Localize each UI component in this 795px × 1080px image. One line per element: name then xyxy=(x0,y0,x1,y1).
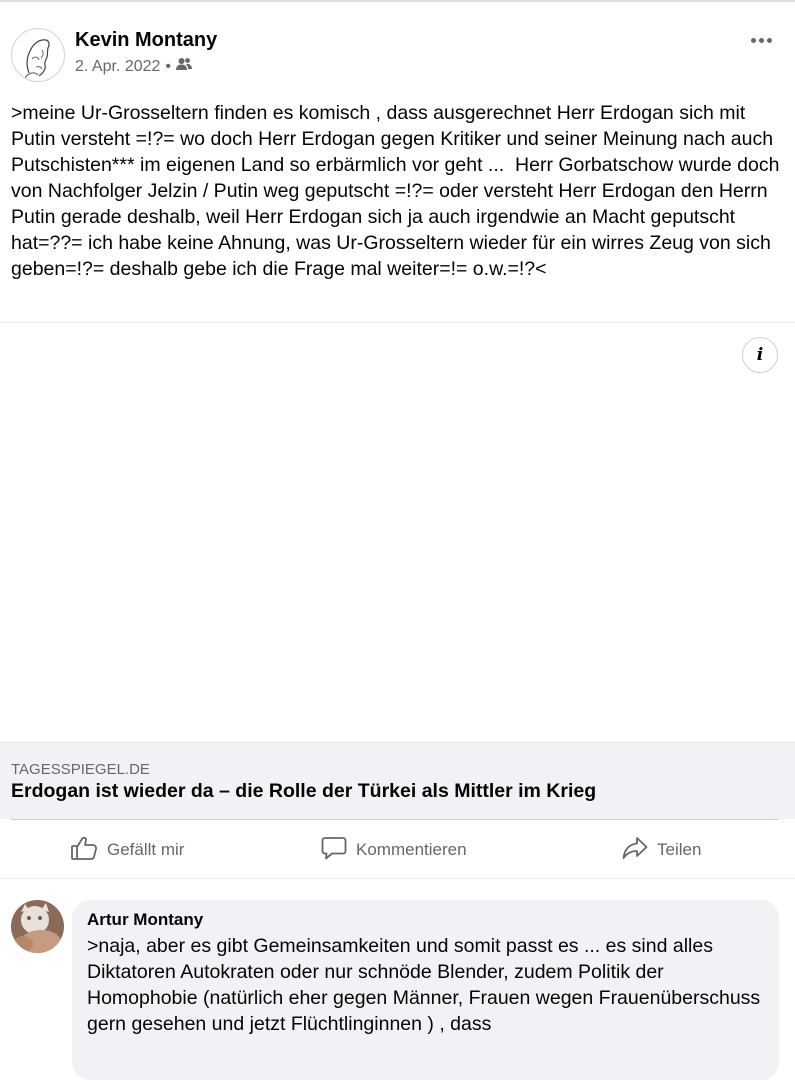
post-header: Kevin Montany 2. Apr. 2022 • xyxy=(0,22,795,82)
comment-author-name[interactable]: Artur Montany xyxy=(87,910,203,930)
comment-label: Kommentieren xyxy=(356,840,467,859)
comment-text: >naja, aber es gibt Gemeinsamkeiten und … xyxy=(87,935,766,1035)
comments-divider xyxy=(0,878,795,879)
like-label: Gefällt mir xyxy=(107,840,185,859)
like-button[interactable]: Gefällt mir xyxy=(70,822,184,878)
share-button[interactable]: Teilen xyxy=(622,822,701,878)
commenter-avatar[interactable] xyxy=(11,900,64,953)
post-author-name[interactable]: Kevin Montany xyxy=(75,29,217,52)
link-domain: TAGESSPIEGEL.DE xyxy=(11,761,150,778)
comment-button[interactable]: Kommentieren xyxy=(321,822,467,878)
comment-bubble: Artur Montany >naja, aber es gibt Gemein… xyxy=(72,900,779,1080)
top-divider xyxy=(0,0,795,2)
friends-icon xyxy=(176,57,193,76)
share-arrow-icon xyxy=(622,835,648,866)
thumbs-up-icon xyxy=(70,835,98,866)
link-preview[interactable]: TAGESSPIEGEL.DE Erdogan ist wieder da – … xyxy=(0,742,795,819)
comment-bubble-icon xyxy=(321,835,347,866)
actions-divider xyxy=(11,819,779,820)
link-title[interactable]: Erdogan ist wieder da – die Rolle der Tü… xyxy=(11,780,596,803)
post-text: >meine Ur-Grosseltern finden es komisch … xyxy=(11,102,785,280)
post-meta: 2. Apr. 2022 • xyxy=(75,57,193,76)
author-avatar[interactable] xyxy=(11,28,65,82)
info-icon[interactable]: i xyxy=(742,337,778,373)
share-label: Teilen xyxy=(657,840,702,859)
post-actions: Gefällt mir Kommentieren Teilen xyxy=(0,822,795,878)
post-date[interactable]: 2. Apr. 2022 xyxy=(75,58,160,76)
meta-separator: • xyxy=(165,57,172,75)
link-preview-image[interactable] xyxy=(0,323,795,742)
more-options-icon[interactable] xyxy=(744,30,778,50)
